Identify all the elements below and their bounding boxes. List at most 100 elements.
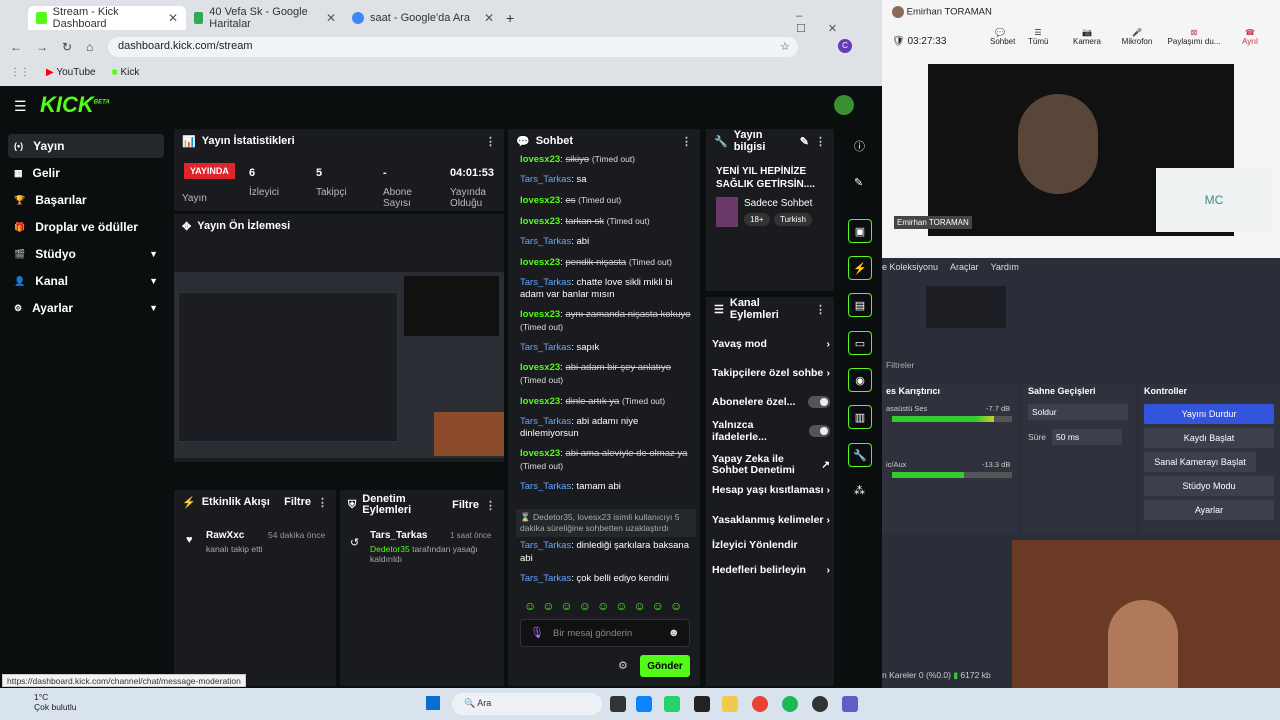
chat-username[interactable]: Tars_Tarkas: [520, 481, 571, 492]
menu-icon[interactable]: ☰: [14, 98, 27, 115]
pencil-icon[interactable]: ✎: [854, 176, 863, 189]
action-account-age[interactable]: Hesap yaşı kısıtlaması ›: [712, 480, 830, 500]
nav-buttons[interactable]: ←→↻⌂: [10, 40, 107, 54]
filter-button[interactable]: Filtre: [284, 496, 311, 508]
more-icon[interactable]: ⋮: [485, 499, 496, 512]
activity-user[interactable]: RawXxc: [206, 530, 244, 541]
whatsapp-icon[interactable]: [664, 696, 680, 712]
toggle-switch[interactable]: [808, 396, 830, 408]
taskbar-search[interactable]: 🔍 Ara: [452, 693, 602, 715]
info-icon[interactable]: ⓘ: [854, 138, 865, 154]
chat-username[interactable]: lovesx23: [520, 362, 560, 373]
tab-kick[interactable]: Stream - Kick Dashboard ✕: [28, 6, 186, 30]
chat-username[interactable]: Tars_Tarkas: [520, 573, 571, 584]
wrench-icon[interactable]: 🔧: [848, 443, 872, 467]
start-recording-button[interactable]: Kaydı Başlat: [1144, 428, 1274, 448]
nodes-icon[interactable]: ⁂: [854, 484, 865, 497]
studio-mode-button[interactable]: Stüdyo Modu: [1144, 476, 1274, 496]
chat-username[interactable]: Tars_Tarkas: [520, 540, 571, 551]
apps-icon[interactable]: ⋮⋮: [10, 67, 30, 78]
close-icon[interactable]: ✕: [326, 11, 336, 25]
camera-button[interactable]: 📷 Kamera: [1072, 28, 1102, 46]
settings-button[interactable]: Ayarlar: [1144, 500, 1274, 520]
moderation-user[interactable]: Tars_Tarkas: [370, 530, 427, 541]
more-icon[interactable]: ⋮: [815, 303, 826, 316]
stop-stream-button[interactable]: Yayını Durdur: [1144, 404, 1274, 424]
layout-icon[interactable]: ▥: [848, 405, 872, 429]
emoji-icon[interactable]: ☻: [668, 627, 680, 639]
tab-google[interactable]: saat - Google'da Ara ✕: [344, 6, 502, 30]
bookmark-kick[interactable]: ■ Kick: [112, 67, 140, 78]
nav-yayin[interactable]: (•) Yayın: [8, 134, 164, 158]
action-emotes-only[interactable]: Yalnızca ifadelerle...: [712, 419, 830, 443]
stream-preview[interactable]: [174, 272, 504, 458]
virtual-camera-button[interactable]: Sanal Kamerayı Başlat: [1144, 452, 1256, 472]
start-icon[interactable]: [426, 696, 440, 710]
chat-username[interactable]: lovesx23: [520, 195, 560, 206]
close-icon[interactable]: ✕: [484, 11, 494, 25]
nav-ayarlar[interactable]: ⚙ Ayarlar ▼: [8, 296, 164, 320]
action-subscribers-only[interactable]: Abonelere özel...: [712, 392, 830, 412]
chat-username[interactable]: lovesx23: [520, 448, 560, 459]
leave-button[interactable]: ☎ Ayrıl: [1238, 28, 1262, 46]
people-button[interactable]: ☰ Tümü: [1028, 28, 1048, 46]
chat-username[interactable]: lovesx23: [520, 257, 560, 268]
action-followers-only[interactable]: Takipçilere özel sohbe ›: [712, 363, 830, 383]
new-tab-icon[interactable]: +: [506, 10, 514, 26]
star-icon[interactable]: ☆: [780, 40, 790, 53]
spotify-icon[interactable]: [782, 696, 798, 712]
task-view-icon[interactable]: [610, 696, 626, 712]
chatgpt-icon[interactable]: [694, 696, 710, 712]
share-button[interactable]: ⊠ Paylaşımı du...: [1164, 28, 1224, 46]
chat-username[interactable]: lovesx23: [520, 154, 560, 165]
edge-icon[interactable]: [636, 696, 652, 712]
pencil-icon[interactable]: ✎: [800, 135, 809, 148]
obs-icon[interactable]: [812, 696, 828, 712]
action-host[interactable]: İzleyici Yönlendir: [712, 535, 830, 555]
more-icon[interactable]: ⋮: [485, 135, 496, 148]
emote-bar[interactable]: ☺☺☺☺☺☺☺☺☺: [524, 599, 688, 613]
chat-icon[interactable]: ▭: [848, 331, 872, 355]
user-avatar[interactable]: [834, 95, 854, 115]
action-banned-words[interactable]: Yasaklanmış kelimeler ›: [712, 510, 830, 530]
action-ai-moderation[interactable]: Yapay Zeka ile Sohbet Denetimi ↗: [712, 452, 830, 478]
filter-button[interactable]: Filtre: [452, 499, 479, 511]
notes-icon[interactable]: ▤: [848, 293, 872, 317]
teams-icon[interactable]: [842, 696, 858, 712]
profile-avatar[interactable]: C: [838, 39, 852, 53]
tab-maps[interactable]: 40 Vefa Sk - Google Haritalar ✕: [186, 6, 344, 30]
bolt-icon[interactable]: ⚡: [848, 256, 872, 280]
duration-input[interactable]: 50 ms: [1052, 429, 1122, 445]
nav-gelir[interactable]: ▦ Gelir: [8, 161, 164, 185]
chrome-icon[interactable]: [752, 696, 768, 712]
toggle-switch[interactable]: [808, 425, 830, 437]
nav-studyo[interactable]: 🎬 Stüdyo ▼: [8, 242, 164, 266]
action-slow-mode[interactable]: Yavaş mod ›: [712, 334, 830, 354]
chat-username[interactable]: Tars_Tarkas: [520, 416, 571, 427]
microphone-icon[interactable]: 🎙: [530, 626, 544, 639]
more-icon[interactable]: ⋮: [317, 496, 328, 509]
close-icon[interactable]: ✕: [168, 11, 178, 25]
chat-username[interactable]: lovesx23: [520, 309, 560, 320]
nav-kanal[interactable]: 👤 Kanal ▼: [8, 269, 164, 293]
category-name[interactable]: Sadece Sohbet: [744, 198, 812, 209]
transition-select[interactable]: Soldur: [1028, 404, 1128, 420]
microphone-button[interactable]: 🎤 Mikrofon: [1120, 28, 1154, 46]
weather-widget[interactable]: 1°C Çok bulutlu: [34, 692, 77, 712]
chat-username[interactable]: lovesx23: [520, 396, 560, 407]
action-goals[interactable]: Hedefleri belirleyin ›: [712, 560, 830, 580]
obs-menu[interactable]: e Koleksiyonu Araçlar Yardım: [882, 262, 1280, 272]
gear-icon[interactable]: ⚙: [618, 659, 628, 672]
bookmark-youtube[interactable]: ▶ YouTube: [46, 67, 96, 78]
more-icon[interactable]: ⋮: [681, 135, 692, 148]
chat-username[interactable]: Tars_Tarkas: [520, 174, 571, 185]
nav-droplar[interactable]: 🎁 Droplar ve ödüller: [8, 215, 164, 239]
nav-basarilar[interactable]: 🏆 Başarılar: [8, 188, 164, 212]
send-button[interactable]: Gönder: [640, 655, 690, 677]
chat-username[interactable]: Tars_Tarkas: [520, 342, 571, 353]
filters-label[interactable]: Filtreler: [886, 360, 914, 370]
chat-username[interactable]: Tars_Tarkas: [520, 236, 571, 247]
chat-input[interactable]: Bir mesaj gönderin: [520, 619, 690, 647]
folder-icon[interactable]: [722, 696, 738, 712]
more-icon[interactable]: ⋮: [815, 135, 826, 148]
